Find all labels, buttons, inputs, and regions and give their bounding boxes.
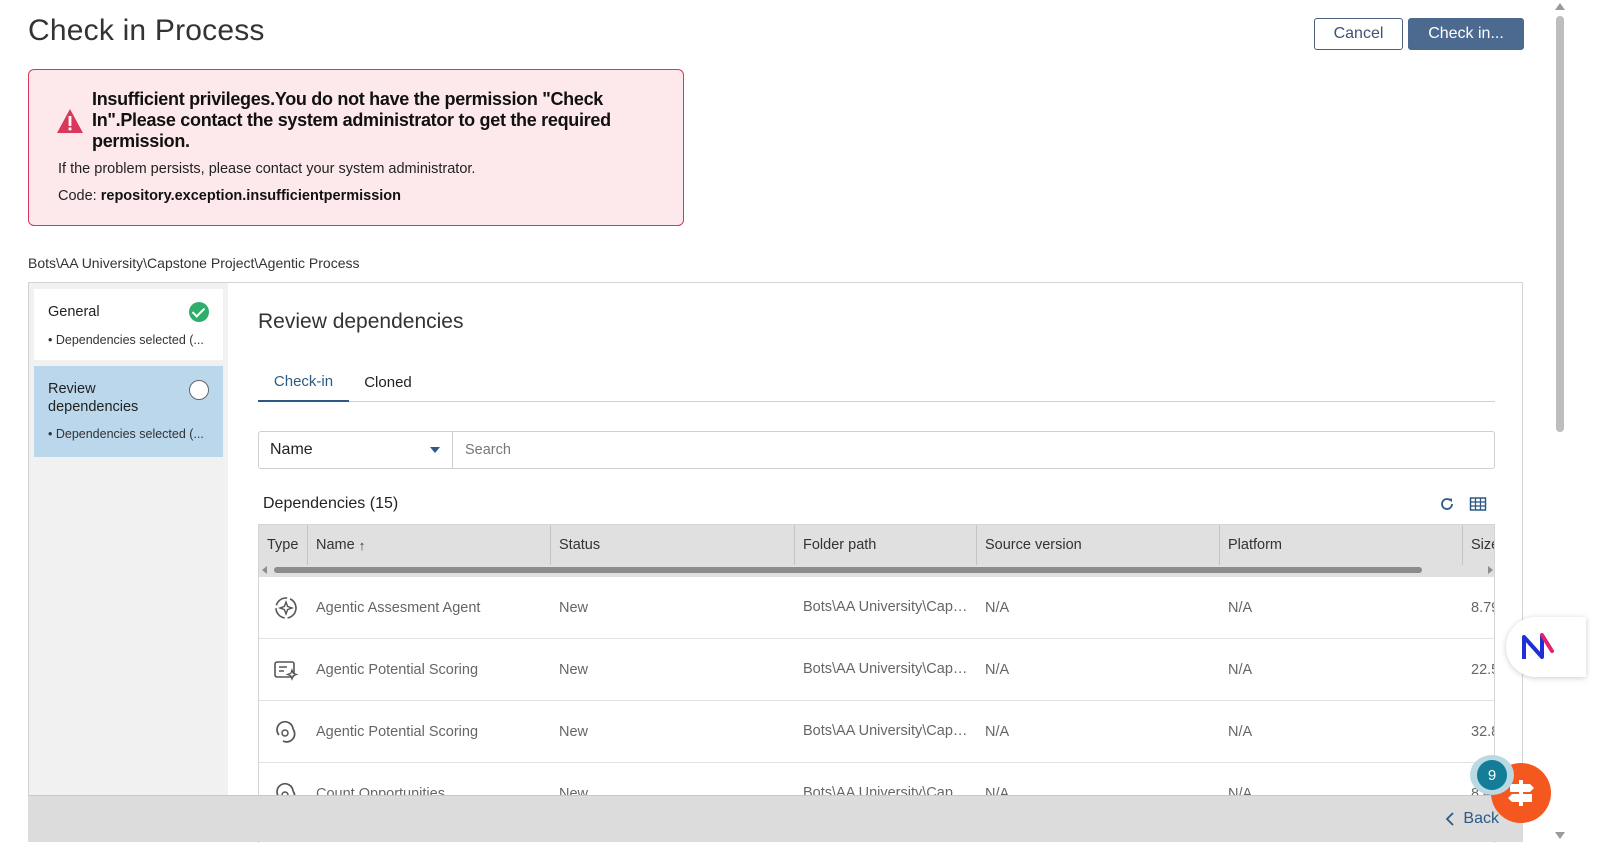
row-platform: N/A bbox=[1228, 723, 1253, 740]
filter-field-select[interactable]: Name bbox=[259, 432, 453, 468]
breadcrumb: Bots\AA University\Capstone Project\Agen… bbox=[28, 255, 360, 271]
row-name: Agentic Potential Scoring bbox=[316, 723, 479, 740]
row-platform: N/A bbox=[1228, 661, 1253, 678]
ai-skill-icon bbox=[273, 701, 303, 762]
tab-check-in[interactable]: Check-in bbox=[258, 363, 349, 402]
tab-bar: Check-in Cloned bbox=[258, 363, 1495, 402]
warning-triangle-icon bbox=[57, 109, 83, 133]
horizontal-scrollbar[interactable] bbox=[259, 565, 1494, 577]
row-platform: N/A bbox=[1228, 599, 1253, 616]
assistant-launcher[interactable] bbox=[1506, 617, 1586, 677]
row-status: New bbox=[559, 599, 589, 616]
column-header-source-version[interactable]: Source version bbox=[977, 525, 1220, 565]
check-in-button[interactable]: Check in... bbox=[1408, 18, 1524, 50]
row-name: Agentic Potential Scoring bbox=[316, 661, 479, 678]
error-message: If the problem persists, please contact … bbox=[58, 161, 476, 177]
caret-down-icon bbox=[430, 447, 440, 453]
sort-ascending-icon: ↑ bbox=[358, 537, 366, 553]
scrollbar-thumb[interactable] bbox=[1556, 16, 1564, 432]
back-label: Back bbox=[1463, 810, 1499, 827]
check-circle-icon bbox=[189, 302, 209, 322]
row-size: 22.5 bbox=[1471, 661, 1494, 678]
error-code: Code: repository.exception.insufficientp… bbox=[58, 188, 401, 204]
column-header-name[interactable]: Name ↑ bbox=[308, 525, 551, 565]
scroll-right-icon[interactable] bbox=[1488, 566, 1493, 574]
column-header-label: Name bbox=[316, 537, 355, 553]
agent-icon bbox=[273, 577, 303, 638]
table-row[interactable]: Agentic Assesment Agent New Bots\AA Univ… bbox=[259, 577, 1494, 639]
step-subtitle: • Dependencies selected (... bbox=[48, 427, 204, 441]
error-title: Insufficient privileges.You do not have … bbox=[92, 89, 611, 151]
column-header-platform[interactable]: Platform bbox=[1220, 525, 1463, 565]
back-button[interactable]: Back bbox=[1445, 810, 1499, 828]
scroll-left-icon[interactable] bbox=[262, 566, 267, 574]
row-size: 8.79 bbox=[1471, 599, 1494, 616]
row-folder-path: Bots\AA University\Capstone Project bbox=[803, 723, 971, 739]
scrollbar-thumb[interactable] bbox=[274, 567, 1422, 573]
column-header-status[interactable]: Status bbox=[551, 525, 795, 565]
step-review-dependencies[interactable]: Review dependencies • Dependencies selec… bbox=[34, 366, 223, 457]
chevron-left-icon bbox=[1446, 812, 1455, 826]
vertical-scrollbar[interactable] bbox=[1552, 0, 1568, 842]
tab-cloned[interactable]: Cloned bbox=[349, 363, 427, 402]
column-settings-icon[interactable] bbox=[1469, 495, 1487, 513]
refresh-icon[interactable] bbox=[1438, 495, 1456, 513]
row-status: New bbox=[559, 661, 589, 678]
step-title: General bbox=[48, 304, 100, 320]
cancel-button[interactable]: Cancel bbox=[1314, 18, 1403, 50]
notification-badge[interactable]: 9 bbox=[1470, 755, 1514, 795]
row-source-version: N/A bbox=[985, 599, 1010, 616]
table-row[interactable]: Agentic Potential Scoring New Bots\AA Un… bbox=[259, 639, 1494, 701]
notification-count: 9 bbox=[1477, 760, 1507, 790]
scroll-down-icon[interactable] bbox=[1555, 832, 1565, 839]
column-header-folder-path[interactable]: Folder path bbox=[795, 525, 977, 565]
main-content: Review dependencies Check-in Cloned Name… bbox=[258, 283, 1496, 843]
scroll-up-icon[interactable] bbox=[1555, 3, 1565, 10]
row-name: Agentic Assesment Agent bbox=[316, 599, 481, 616]
section-title: Review dependencies bbox=[258, 310, 464, 333]
filter-field-value: Name bbox=[270, 441, 313, 458]
wizard-footer: Back bbox=[28, 795, 1523, 842]
error-alert: Insufficient privileges.You do not have … bbox=[28, 69, 684, 226]
empty-circle-icon bbox=[189, 380, 209, 400]
table-header: Type Name ↑ Status Folder path Source ve… bbox=[259, 525, 1494, 577]
filter-bar: Name bbox=[258, 431, 1495, 469]
column-header-type[interactable]: Type bbox=[259, 525, 308, 565]
row-source-version: N/A bbox=[985, 661, 1010, 678]
assistant-logo-icon bbox=[1522, 633, 1554, 659]
page-title: Check in Process bbox=[28, 14, 265, 47]
step-subtitle: • Dependencies selected (... bbox=[48, 333, 204, 347]
row-folder-path: Bots\AA University\Capstone Project bbox=[803, 599, 971, 615]
row-status: New bbox=[559, 723, 589, 740]
step-title: Review dependencies bbox=[48, 381, 139, 415]
prompt-icon bbox=[273, 639, 303, 700]
wizard-panel: General • Dependencies selected (... Rev… bbox=[28, 282, 1523, 843]
row-size: 32.8 bbox=[1471, 723, 1494, 740]
error-code-value: repository.exception.insufficientpermiss… bbox=[100, 188, 402, 204]
row-folder-path: Bots\AA University\Capstone Project bbox=[803, 661, 971, 677]
dependencies-count: Dependencies (15) bbox=[263, 495, 399, 512]
table-row[interactable]: Agentic Potential Scoring New Bots\AA Un… bbox=[259, 701, 1494, 763]
error-code-label: Code: bbox=[58, 188, 97, 204]
step-general[interactable]: General • Dependencies selected (... bbox=[34, 289, 223, 360]
wizard-steps: General • Dependencies selected (... Rev… bbox=[29, 283, 228, 803]
column-header-size[interactable]: Size bbox=[1463, 525, 1494, 565]
row-source-version: N/A bbox=[985, 723, 1010, 740]
search-input[interactable] bbox=[454, 432, 1494, 468]
